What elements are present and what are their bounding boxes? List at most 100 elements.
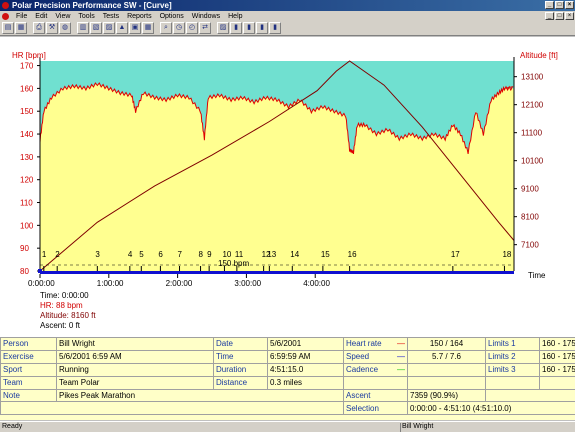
menu-help[interactable]: Help	[224, 13, 246, 20]
tools-icon[interactable]: ⚒	[46, 22, 58, 34]
lap-marker-label: 3	[95, 250, 100, 259]
menu-windows[interactable]: Windows	[188, 13, 224, 20]
status-user: Bill Wright	[402, 423, 434, 430]
doc-minimize-button[interactable]: _	[545, 12, 554, 20]
altitude-tick-label: 9100	[521, 185, 539, 194]
limits1-label: Limits 1	[485, 337, 540, 351]
minimize-button[interactable]: _	[545, 1, 554, 9]
date-label: Date	[213, 337, 268, 351]
menu-tests[interactable]: Tests	[99, 13, 123, 20]
selection-value: 0:00:00 - 4:51:10 (4:51:10.0)	[407, 401, 575, 416]
doc-close-button[interactable]: ×	[565, 12, 574, 20]
hr-tick-label: 120	[20, 176, 34, 185]
folder-icon[interactable]: ▨	[103, 22, 115, 34]
graph-icon[interactable]: ▨	[217, 22, 229, 34]
hr-tick-label: 170	[20, 62, 34, 71]
time-value[interactable]: 6:59:59 AM	[267, 349, 344, 364]
altitude-tick-label: 12100	[521, 101, 544, 110]
open-icon[interactable]: ▤	[2, 22, 14, 34]
speed-value: 5.7 / 7.6	[407, 349, 486, 364]
cursor-altitude: Altitude: 8160 ft	[40, 311, 96, 320]
menu-tools[interactable]: Tools	[74, 13, 98, 20]
cursor-time: Time: 0:00:00	[40, 291, 89, 300]
empty-cell	[485, 388, 575, 403]
altitude-tick-label: 7100	[521, 241, 539, 250]
cadence-label: Cadence —	[343, 362, 408, 377]
chart-icon[interactable]: ▧	[90, 22, 102, 34]
document-icon[interactable]	[2, 12, 9, 20]
altitude-tick-label: 11100	[521, 129, 543, 138]
sport-value[interactable]: Running	[56, 362, 214, 377]
maximize-button[interactable]: □	[555, 1, 564, 9]
time-tick-label: 1:00:00	[97, 279, 124, 288]
person-value[interactable]: Bill Wright	[56, 337, 214, 351]
lap-marker-label: 13	[267, 250, 276, 259]
exercise-value[interactable]: 5/6/2001 6:59 AM	[56, 349, 214, 364]
table-row: Exercise 5/6/2001 6:59 AM Time 6:59:59 A…	[0, 349, 575, 364]
menu-view[interactable]: View	[51, 13, 74, 20]
menu-edit[interactable]: Edit	[31, 13, 51, 20]
bar-chart3-icon[interactable]: ▮	[256, 22, 268, 34]
exercise-label: Exercise	[0, 349, 57, 364]
zoom-icon[interactable]: ⌕	[160, 22, 172, 34]
table-row: Person Bill Wright Date 5/6/2001 Heart r…	[0, 337, 575, 351]
empty-cell	[485, 375, 540, 390]
print-icon[interactable]: ⎙	[33, 22, 45, 34]
empty-cell	[407, 375, 486, 390]
close-button[interactable]: ×	[565, 1, 574, 9]
bar-chart2-icon[interactable]: ▮	[243, 22, 255, 34]
clock-icon[interactable]: ◷	[173, 22, 185, 34]
menu-options[interactable]: Options	[156, 13, 188, 20]
limits2-label: Limits 2	[485, 349, 540, 364]
time-tick-label: 2:00:00	[166, 279, 193, 288]
mountain-icon[interactable]: ▲	[116, 22, 128, 34]
time-axis-bar	[40, 271, 514, 274]
altitude-tick-label: 10100	[521, 157, 544, 166]
menu-file[interactable]: File	[12, 13, 31, 20]
title-bar: Polar Precision Performance SW - [Curve]…	[0, 0, 575, 11]
bar-chart4-icon[interactable]: ▮	[269, 22, 281, 34]
save-icon[interactable]: ▦	[15, 22, 27, 34]
threshold-label: 150 bpm	[218, 259, 249, 268]
lap-marker-label: 16	[348, 250, 357, 259]
hr-tick-label: 150	[20, 107, 34, 116]
lap-marker-label: 15	[321, 250, 330, 259]
duration-value[interactable]: 4:51:15.0	[267, 362, 344, 377]
lap-marker-label: 18	[502, 250, 511, 259]
cursor-marker[interactable]	[38, 269, 42, 273]
note-value[interactable]: Pikes Peak Marathon	[56, 388, 344, 403]
doc-restore-button[interactable]: □	[555, 12, 564, 20]
altitude-axis-label: Altitude [ft]	[520, 51, 558, 60]
exchange-icon[interactable]: ⇄	[199, 22, 211, 34]
speed-label: Speed —	[343, 349, 408, 364]
hr-tick-label: 110	[20, 199, 33, 208]
person-label: Person	[0, 337, 57, 351]
lap-marker-label: 6	[158, 250, 163, 259]
altitude-tick-label: 13100	[521, 73, 544, 82]
team-value[interactable]: Team Polar	[56, 375, 214, 390]
table-icon[interactable]: ▦	[142, 22, 154, 34]
distance-value[interactable]: 0.3 miles	[267, 375, 344, 390]
bar-chart-icon[interactable]: ▮	[230, 22, 242, 34]
cursor-ascent: Ascent: 0 ft	[40, 321, 81, 330]
ascent-value: 7359 (90.9%)	[407, 388, 486, 403]
app-icon	[2, 2, 9, 9]
calendar-icon[interactable]: ▥	[77, 22, 89, 34]
limits3-value: 160 - 175	[539, 362, 575, 377]
lap-marker-label: 5	[139, 250, 144, 259]
table-row: Note Pikes Peak Marathon Ascent 7359 (90…	[0, 388, 575, 403]
date-value[interactable]: 5/6/2001	[267, 337, 344, 351]
distance-label: Distance	[213, 375, 268, 390]
menu-reports[interactable]: Reports	[123, 13, 156, 20]
picture-icon[interactable]: ▣	[129, 22, 141, 34]
time-tick-label: 3:00:00	[234, 279, 261, 288]
ascent-label: Ascent	[343, 388, 408, 403]
stopwatch-icon[interactable]: ◴	[186, 22, 198, 34]
lap-marker-label: 8	[199, 250, 204, 259]
limits1-value: 160 - 175	[539, 337, 575, 351]
lap-marker-label: 4	[128, 250, 133, 259]
time-tick-label: 4:00:00	[303, 279, 330, 288]
globe-icon[interactable]: ◍	[59, 22, 71, 34]
limits3-label: Limits 3	[485, 362, 540, 377]
hr-axis-label: HR [bpm]	[12, 51, 46, 60]
